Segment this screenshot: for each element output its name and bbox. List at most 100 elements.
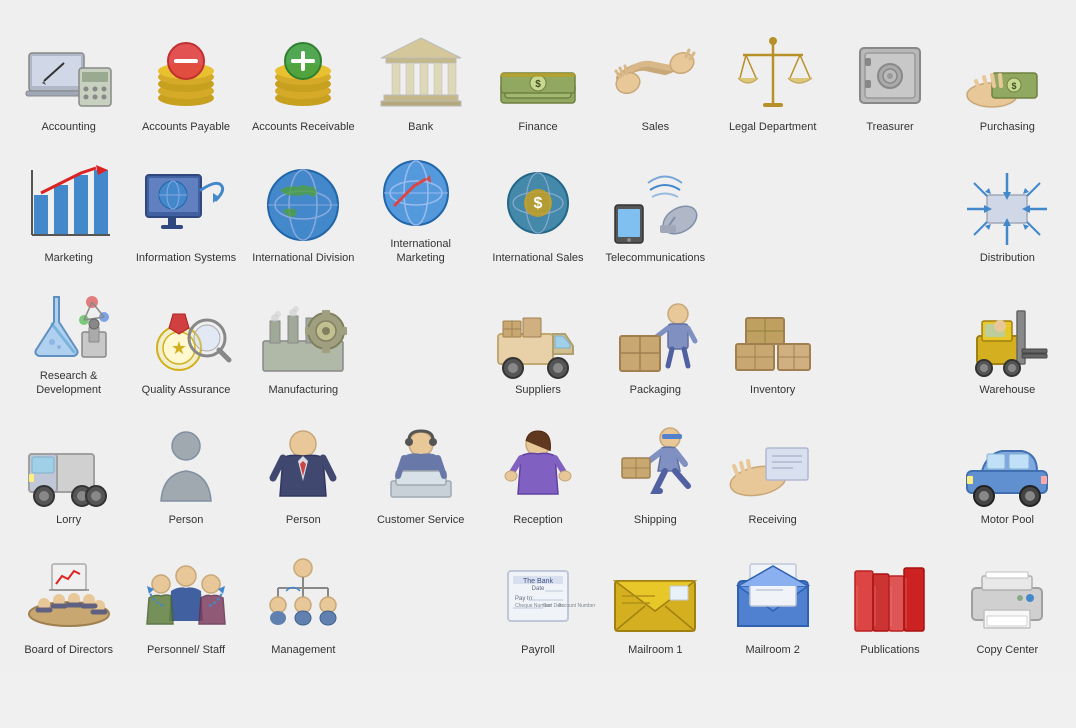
grid-item-research-development[interactable]: Research & Development — [10, 272, 127, 404]
icon-inventory — [723, 294, 823, 379]
grid-item-accounting[interactable]: Accounting — [10, 10, 127, 140]
grid-item-warehouse[interactable]: Warehouse — [949, 272, 1066, 404]
icon-shipping — [605, 424, 705, 509]
icon-person2 — [253, 424, 353, 509]
grid-item-receiving[interactable]: Receiving — [714, 403, 831, 533]
svg-text:$: $ — [1012, 81, 1017, 91]
svg-text:Account Number: Account Number — [558, 603, 596, 609]
icon-management — [253, 554, 353, 639]
grid-item-purchasing[interactable]: $ Purchasing — [949, 10, 1066, 140]
svg-text:The Bank: The Bank — [523, 578, 553, 585]
label-lorry: Lorry — [56, 513, 81, 527]
grid-item-reception[interactable]: Reception — [479, 403, 596, 533]
label-telecommunications: Telecommunications — [606, 251, 706, 265]
grid-item-blank6 — [362, 533, 479, 663]
label-receiving: Receiving — [749, 513, 797, 527]
icon-blank — [840, 308, 940, 393]
svg-text:★: ★ — [171, 338, 187, 358]
label-suppliers: Suppliers — [515, 383, 561, 397]
grid-item-international-sales[interactable]: $ International Sales — [479, 140, 596, 272]
grid-item-accounts-payable[interactable]: Accounts Payable — [127, 10, 244, 140]
label-purchasing: Purchasing — [980, 120, 1035, 134]
grid-item-payroll[interactable]: The Bank Date Pay to: Cheque Number Sort… — [479, 533, 596, 663]
label-person1: Person — [169, 513, 204, 527]
icon-motor-pool — [957, 424, 1057, 509]
grid-item-management[interactable]: Management — [245, 533, 362, 663]
icon-warehouse — [957, 294, 1057, 379]
grid-item-blank4 — [831, 272, 948, 404]
label-management: Management — [271, 643, 335, 657]
grid-item-suppliers[interactable]: Suppliers — [479, 272, 596, 404]
icon-reception — [488, 424, 588, 509]
icon-blank — [371, 308, 471, 393]
label-marketing: Marketing — [45, 251, 93, 265]
label-manufacturing: Manufacturing — [268, 383, 338, 397]
icon-suppliers — [488, 294, 588, 379]
svg-text:Pay to:: Pay to: — [515, 596, 534, 602]
label-international-division: International Division — [252, 251, 354, 265]
grid-item-motor-pool[interactable]: Motor Pool — [949, 403, 1066, 533]
icon-international-sales: $ — [488, 162, 588, 247]
label-motor-pool: Motor Pool — [981, 513, 1034, 527]
icon-research-development — [19, 280, 119, 365]
grid-item-mailroom1[interactable]: Mailroom 1 — [597, 533, 714, 663]
grid-item-blank1 — [714, 140, 831, 272]
grid-item-manufacturing[interactable]: Manufacturing — [245, 272, 362, 404]
icon-treasurer — [840, 31, 940, 116]
label-copy-center: Copy Center — [976, 643, 1038, 657]
svg-text:Date: Date — [532, 586, 545, 592]
grid-item-person2[interactable]: Person — [245, 403, 362, 533]
label-accounting: Accounting — [41, 120, 95, 134]
grid-item-telecommunications[interactable]: Telecommunications — [597, 140, 714, 272]
label-mailroom1: Mailroom 1 — [628, 643, 682, 657]
icon-copy-center — [957, 554, 1057, 639]
icon-international-marketing — [371, 148, 471, 233]
icon-blank — [723, 177, 823, 262]
label-finance: Finance — [518, 120, 557, 134]
svg-text:$: $ — [534, 195, 543, 212]
grid-item-lorry[interactable]: Lorry — [10, 403, 127, 533]
grid-item-information-systems[interactable]: Information Systems — [127, 140, 244, 272]
grid-item-finance[interactable]: $ Finance — [479, 10, 596, 140]
svg-text:$: $ — [535, 79, 541, 90]
grid-item-personnel-staff[interactable]: Personnel/ Staff — [127, 533, 244, 663]
grid-item-marketing[interactable]: Marketing — [10, 140, 127, 272]
grid-item-distribution[interactable]: Distribution — [949, 140, 1066, 272]
grid-item-publications[interactable]: Publications — [831, 533, 948, 663]
label-sales: Sales — [642, 120, 670, 134]
grid-item-board-of-directors[interactable]: Board of Directors — [10, 533, 127, 663]
grid-item-shipping[interactable]: Shipping — [597, 403, 714, 533]
grid-item-quality-assurance[interactable]: ★ Quality Assurance — [127, 272, 244, 404]
grid-item-blank2 — [831, 140, 948, 272]
icon-sales — [605, 31, 705, 116]
icon-payroll: The Bank Date Pay to: Cheque Number Sort… — [488, 554, 588, 639]
label-packaging: Packaging — [630, 383, 681, 397]
icon-blank — [371, 568, 471, 653]
icon-customer-service — [371, 424, 471, 509]
label-treasurer: Treasurer — [866, 120, 913, 134]
grid-item-bank[interactable]: Bank — [362, 10, 479, 140]
icon-accounting — [19, 31, 119, 116]
label-reception: Reception — [513, 513, 563, 527]
icon-legal-department — [723, 31, 823, 116]
grid-item-international-division[interactable]: International Division — [245, 140, 362, 272]
grid-item-person1[interactable]: Person — [127, 403, 244, 533]
grid-item-legal-department[interactable]: Legal Department — [714, 10, 831, 140]
grid-item-sales[interactable]: Sales — [597, 10, 714, 140]
icon-lorry — [19, 424, 119, 509]
label-distribution: Distribution — [980, 251, 1035, 265]
grid-item-customer-service[interactable]: Customer Service — [362, 403, 479, 533]
grid-item-mailroom2[interactable]: Mailroom 2 — [714, 533, 831, 663]
icon-purchasing: $ — [957, 31, 1057, 116]
grid-item-copy-center[interactable]: Copy Center — [949, 533, 1066, 663]
icon-receiving — [723, 424, 823, 509]
grid-item-international-marketing[interactable]: International Marketing — [362, 140, 479, 272]
icon-personnel-staff — [136, 554, 236, 639]
grid-item-accounts-receivable[interactable]: Accounts Receivable — [245, 10, 362, 140]
grid-item-treasurer[interactable]: Treasurer — [831, 10, 948, 140]
label-information-systems: Information Systems — [136, 251, 236, 265]
grid-item-inventory[interactable]: Inventory — [714, 272, 831, 404]
icon-finance: $ — [488, 31, 588, 116]
grid-item-packaging[interactable]: Packaging — [597, 272, 714, 404]
icon-distribution — [957, 162, 1057, 247]
